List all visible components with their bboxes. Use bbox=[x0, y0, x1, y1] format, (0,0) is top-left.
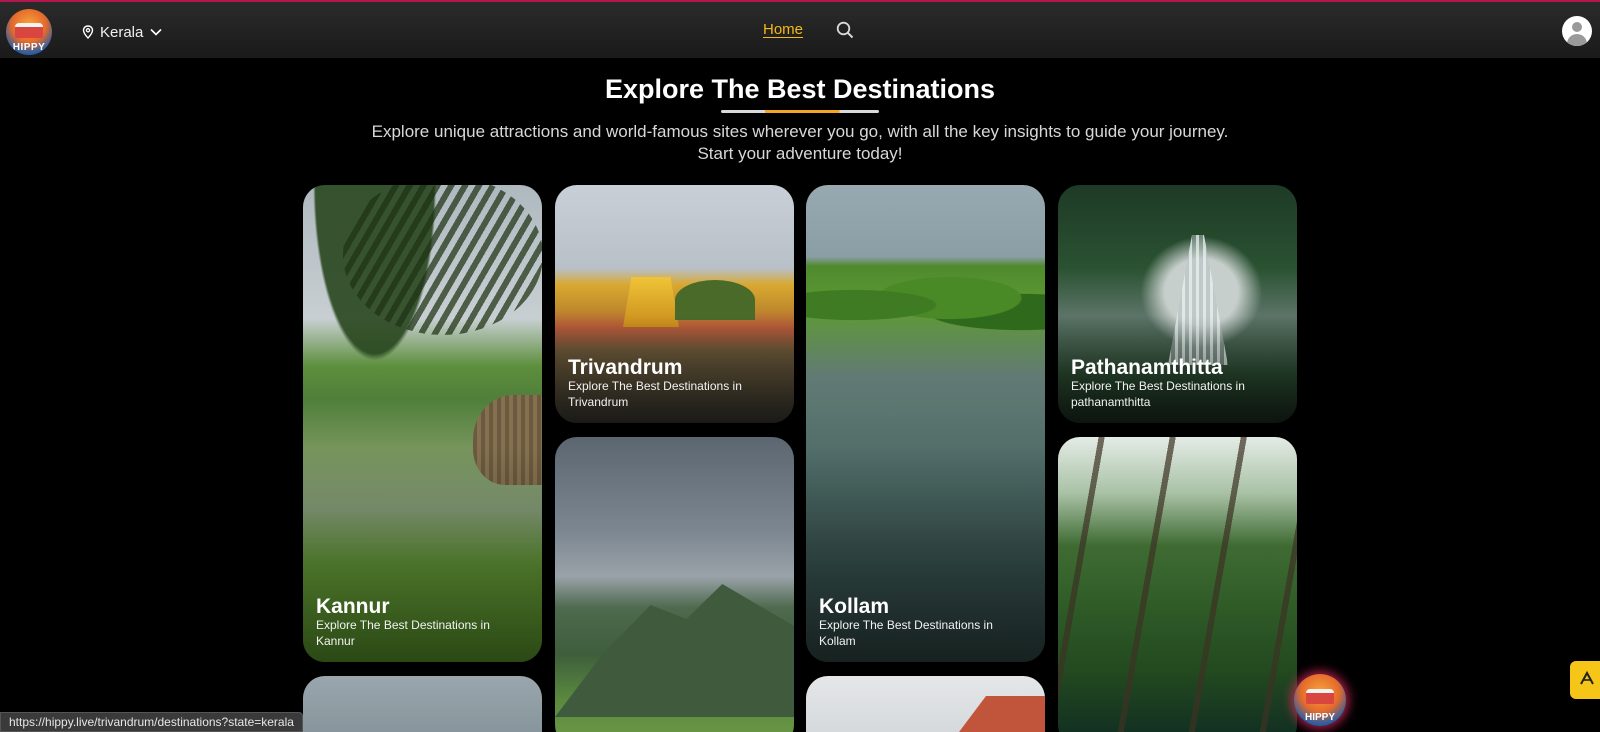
van-icon bbox=[15, 23, 43, 38]
search-icon[interactable] bbox=[836, 21, 854, 44]
destination-card-kollam[interactable]: Kollam Explore The Best Destinations in … bbox=[806, 185, 1045, 662]
trees-image bbox=[675, 280, 755, 320]
page-subtitle: Explore unique attractions and world-fam… bbox=[300, 121, 1300, 165]
title-underline bbox=[721, 110, 879, 113]
destination-description: Explore The Best Destinations in Kollam bbox=[819, 618, 993, 648]
palm-leaves-image bbox=[343, 185, 542, 335]
mangrove-image bbox=[806, 270, 1045, 340]
destination-name: Trivandrum bbox=[568, 356, 683, 379]
destination-description: Explore The Best Destinations in pathana… bbox=[1071, 379, 1245, 409]
destination-description: Explore The Best Destinations in Trivand… bbox=[568, 379, 742, 409]
chevron-down-icon bbox=[149, 27, 163, 37]
avatar-body bbox=[1567, 34, 1587, 46]
destination-name: Kannur bbox=[316, 595, 390, 618]
nav-home-link[interactable]: Home bbox=[763, 21, 803, 38]
destination-card-pathanamthitta[interactable]: Pathanamthitta Explore The Best Destinat… bbox=[1058, 185, 1297, 423]
location-selector[interactable]: Kerala bbox=[82, 21, 163, 43]
chat-logo-text: HIPPY bbox=[1304, 712, 1335, 723]
destination-card-trivandrum[interactable]: Trivandrum Explore The Best Destinations… bbox=[555, 185, 794, 423]
destination-card-mountain[interactable] bbox=[555, 437, 794, 732]
status-bar-url: https://hippy.live/trivandrum/destinatio… bbox=[0, 712, 303, 732]
avatar-head bbox=[1572, 22, 1582, 32]
destination-name: Kollam bbox=[819, 595, 890, 618]
destination-card-kannur[interactable]: Kannur Explore The Best Destinations in … bbox=[303, 185, 542, 662]
destination-description: Explore The Best Destinations in Kannur bbox=[316, 618, 490, 648]
forest-image bbox=[1058, 437, 1297, 732]
location-label: Kerala bbox=[100, 23, 144, 41]
destination-card-forest[interactable] bbox=[1058, 437, 1297, 732]
logo-text: HIPPY bbox=[12, 42, 46, 53]
location-pin-icon bbox=[82, 25, 94, 39]
destination-card-partial[interactable] bbox=[806, 676, 1045, 732]
user-avatar-icon[interactable] bbox=[1562, 16, 1592, 46]
top-navbar: HIPPY Kerala Home bbox=[0, 0, 1600, 58]
destination-card-partial[interactable] bbox=[303, 676, 542, 732]
page-title: Explore The Best Destinations bbox=[604, 74, 996, 104]
roof-image bbox=[956, 696, 1045, 732]
side-action-button[interactable] bbox=[1570, 661, 1600, 699]
mountain-image bbox=[555, 584, 794, 717]
hippy-chat-button[interactable]: HIPPY bbox=[1294, 674, 1346, 726]
subtitle-line-1: Explore unique attractions and world-fam… bbox=[371, 122, 1229, 141]
destination-name: Pathanamthitta bbox=[1071, 356, 1223, 379]
subtitle-line-2: Start your adventure today! bbox=[697, 144, 903, 163]
van-icon bbox=[1306, 689, 1334, 704]
hippy-logo[interactable]: HIPPY bbox=[6, 9, 52, 55]
triangle-a-icon bbox=[1579, 670, 1595, 691]
